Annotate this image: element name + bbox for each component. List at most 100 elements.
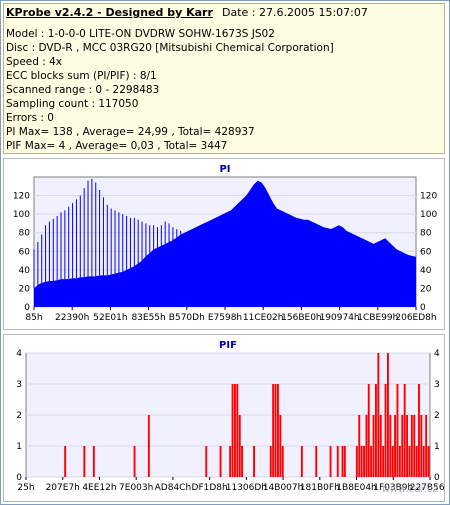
pif-chart: PIF 0 0 1 1 2 2 3 3 4 4 25h 207E7h 4EE12h 7E003h AD84Ch… [16,340,450,493]
pif-bar [389,415,392,477]
pif-bar [415,446,418,477]
x-tick-label: 206ED8h [395,313,436,323]
pif-bar [269,446,272,477]
x-tick-label: 85h [25,313,42,323]
pif-bar [355,446,358,477]
y-tick-label-left: 40 [19,266,31,276]
y-tick-label-right: 3 [434,380,440,390]
pif-bar [406,415,408,477]
pif-bar [205,446,208,477]
watermark: www.cdr.cz [381,484,438,495]
info-disc: Disc : DVD-R , MCC 03RG20 [Mitsubishi Ch… [6,42,334,54]
y-tick-label-left: 0 [16,473,22,483]
pif-bar [384,384,387,477]
info-errors: Errors : 0 [6,112,54,124]
pif-bar [83,446,86,477]
y-tick-label-right: 100 [420,210,437,220]
x-tick-label: 190974h [320,313,360,323]
scan-date: Date : 27.6.2005 15:07:07 [222,6,368,19]
x-tick-label: 22390h [55,313,89,323]
info-model: Model : 1-0-0-0 LITE-ON DVDRW SOHW-1673S… [6,28,275,40]
pif-bar [420,415,423,477]
pif-bar [336,446,339,477]
app-title: KProbe v2.4.2 - Designed by Karr [6,6,213,19]
info-ecc: ECC blocks sum (PI/PIF) : 8/1 [6,70,157,82]
pif-bar [410,415,413,477]
pif-bar [274,384,277,477]
x-tick-label: DF1D8h [192,483,228,493]
pif-bar [277,384,279,477]
y-tick-label-left: 100 [13,210,30,220]
pif-bar [394,415,396,477]
y-tick-label-left: 20 [19,284,31,294]
pif-bar [147,415,150,477]
pif-bar [238,415,241,477]
y-tick-label-right: 60 [420,247,432,257]
pif-bar [387,353,389,477]
pif-bar [403,384,406,477]
pif-bar [279,415,282,477]
y-tick-label-left: 4 [16,349,22,359]
pif-bar [425,415,428,477]
y-tick-label-left: 60 [19,247,31,257]
pif-bar [341,446,344,477]
x-tick-label: 14B007h [263,483,304,493]
pif-bar [64,446,67,477]
x-tick-label: 52E01h [93,313,127,323]
pif-bar [422,446,425,477]
y-tick-label-right: 80 [420,229,432,239]
y-tick-label-right: 0 [434,473,440,483]
pif-bar [329,446,332,477]
pif-chart-panel: PIF 0 0 1 1 2 2 3 3 4 4 25h 207E7h 4EE12h 7E003h AD84Ch… [3,334,450,502]
x-tick-label: 25h [17,483,34,493]
pif-bar [370,446,373,477]
y-tick-label-right: 4 [434,349,440,359]
x-tick-label: AD84Ch [155,483,192,493]
pif-bar [234,384,236,477]
pif-bar [365,415,368,477]
pif-bar [358,415,361,477]
pif-bar [272,384,275,477]
y-tick-label-left: 2 [16,411,22,421]
pif-bar [315,446,318,477]
pif-bar [418,384,420,477]
y-tick-label-right: 2 [434,411,440,421]
pif-bar [253,446,255,477]
info-speed: Speed : 4x [6,56,63,68]
x-tick-label: 11306Dh [226,483,267,493]
pif-bar [133,446,136,477]
y-tick-label-left: 3 [16,380,22,390]
x-tick-label: 1B8E04h [336,483,376,493]
pif-bar [377,353,380,477]
chart-title: PIF [219,340,237,351]
pif-bar [408,446,411,477]
x-tick-label: 7E003h [119,483,153,493]
pif-bar [427,446,430,477]
y-tick-label-right: 20 [420,284,432,294]
y-tick-label-right: 0 [420,303,426,313]
pif-bar [219,446,222,477]
pif-bar [300,446,303,477]
pif-bar [372,415,375,477]
info-sampling: Sampling count : 117050 [6,98,139,110]
y-tick-label-left: 80 [19,229,31,239]
info-panel: KProbe v2.4.2 - Designed by Karr Date : … [3,3,445,154]
pif-bar [281,446,284,477]
pif-bar [363,446,365,477]
y-tick-label-right: 1 [434,442,440,452]
pif-bar [396,384,399,477]
pif-bar [398,446,401,477]
pif-bar [391,446,394,477]
pif-bar [360,446,363,477]
x-tick-label: 83E55h [131,313,165,323]
pif-bar [231,384,234,477]
info-range: Scanned range : 0 - 2298483 [6,84,160,96]
info-pif-stats: PIF Max= 4 , Average= 0,03 , Total= 3447 [6,140,228,152]
x-tick-label: 11CE02h [243,313,284,323]
pif-bar [229,446,232,477]
chart-title: PI [219,164,230,175]
x-tick-label: 4EE12h [82,483,116,493]
y-tick-label-right: 40 [420,266,432,276]
pif-bar [236,384,239,477]
pif-bar [401,415,404,477]
